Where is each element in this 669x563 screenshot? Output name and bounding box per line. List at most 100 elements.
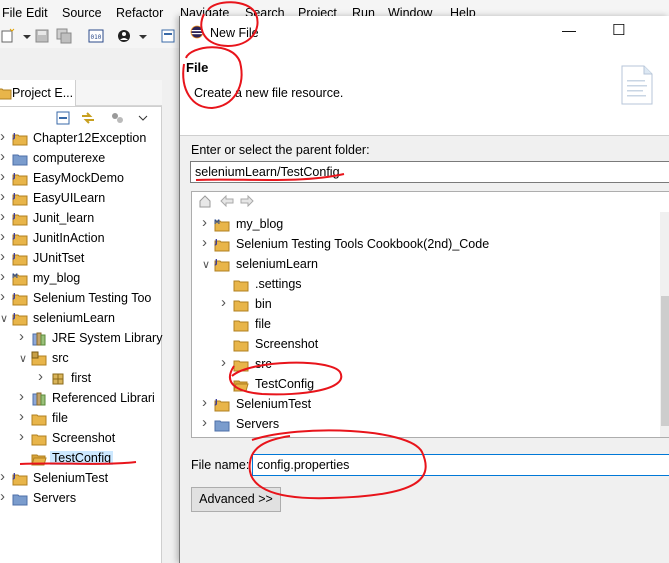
tree-item[interactable]: ∨ JseleniumLearn — [192, 255, 669, 275]
scroll-thumb[interactable] — [661, 296, 669, 426]
tree-item[interactable]: › J JunitInAction — [0, 228, 161, 249]
new-icon[interactable] — [0, 28, 16, 44]
java-project-icon: J — [214, 258, 230, 272]
chevron-right-icon[interactable]: › — [38, 368, 48, 385]
advanced-button[interactable]: Advanced >> — [191, 487, 281, 512]
project-explorer: › J Chapter12Exception › computerexe › J EasyMo… — [0, 106, 162, 563]
view-menu-icon[interactable] — [110, 111, 124, 125]
save-all-icon[interactable] — [56, 28, 72, 44]
chevron-down-icon[interactable]: ∨ — [19, 352, 29, 366]
chevron-right-icon[interactable]: › — [0, 148, 10, 165]
chevron-right-icon[interactable]: › — [0, 488, 10, 505]
chevron-right-icon[interactable]: › — [202, 414, 212, 431]
tree-item[interactable]: file — [192, 315, 669, 335]
console-icon[interactable] — [160, 28, 176, 44]
collapse-all-icon[interactable] — [56, 111, 70, 125]
tree-item-label: Selenium Testing Tools Cookbook(2nd)_Cod… — [236, 237, 490, 251]
tree-item[interactable]: › J SeleniumTest — [0, 468, 161, 489]
chevron-down-icon[interactable]: ∨ — [202, 258, 212, 272]
menu-source[interactable]: Source — [62, 6, 102, 20]
tree-item[interactable]: › Mmy_blog — [192, 214, 669, 235]
chevron-right-icon[interactable]: › — [0, 168, 10, 185]
folder-tree[interactable]: › Mmy_blog › J Selenium Testing Tools Cookbo… — [191, 191, 669, 438]
chevron-right-icon[interactable]: › — [221, 354, 231, 371]
svg-text:J: J — [12, 292, 16, 300]
tree-item-label: Servers — [236, 417, 280, 431]
maven-project-icon: M — [214, 219, 230, 232]
svg-text:J: J — [12, 312, 16, 320]
home-icon[interactable] — [198, 194, 212, 208]
tree-scrollbar[interactable] — [660, 212, 669, 437]
tree-item-label: Selenium Testing Too — [33, 291, 152, 305]
menu-refactor[interactable]: Refactor — [116, 6, 163, 20]
settings-circle-icon[interactable] — [116, 28, 132, 44]
new-file-dialog: New File — ☐ File Create a new file reso… — [179, 16, 669, 563]
tree-item[interactable]: Screenshot — [192, 335, 669, 355]
tree-item[interactable]: › JRE System Library — [0, 328, 163, 349]
tree-item[interactable]: › computerexe — [0, 148, 161, 169]
maximize-button[interactable]: ☐ — [612, 21, 625, 39]
chevron-right-icon[interactable]: › — [0, 468, 10, 485]
tree-item[interactable]: › Mmy_blog — [0, 268, 161, 289]
tree-item-label: computerexe — [33, 151, 106, 165]
chevron-right-icon[interactable]: › — [202, 394, 212, 411]
chevron-right-icon[interactable]: › — [0, 208, 10, 225]
folder-open-icon — [233, 380, 249, 392]
tree-item[interactable]: › J EasyUILearn — [0, 188, 161, 209]
tree-item[interactable]: › J Selenium Testing Too — [0, 288, 161, 309]
tree-item[interactable]: ∨ JseleniumLearn — [0, 309, 161, 329]
tree-item-label: JRE System Library — [52, 331, 163, 345]
tab-project-explorer[interactable]: Project E... — [0, 80, 76, 106]
tree-item[interactable]: › J JUnitTset — [0, 248, 161, 269]
chevron-down-icon[interactable] — [136, 28, 152, 44]
tree-item[interactable]: › first — [0, 368, 161, 389]
chevron-down-icon[interactable] — [138, 113, 148, 123]
parent-folder-input[interactable] — [190, 161, 669, 183]
chevron-down-icon[interactable]: ∨ — [0, 312, 10, 326]
tree-item[interactable]: › J Selenium Testing Tools Cookbook(2nd)_C… — [192, 234, 669, 255]
forward-arrow-icon[interactable] — [240, 195, 254, 207]
back-arrow-icon[interactable] — [220, 195, 234, 207]
minimize-button[interactable]: — — [562, 22, 576, 38]
menu-edit[interactable]: Edit — [26, 6, 48, 20]
chevron-right-icon[interactable]: › — [0, 268, 10, 285]
svg-text:J: J — [214, 398, 218, 406]
tree-item[interactable]: › src — [192, 354, 669, 375]
chevron-right-icon[interactable]: › — [0, 288, 10, 305]
chevron-right-icon[interactable]: › — [0, 188, 10, 205]
link-editor-icon[interactable] — [80, 110, 96, 126]
tree-item[interactable]: › Screenshot — [0, 428, 161, 449]
tree-item[interactable]: .settings — [192, 275, 669, 295]
chevron-right-icon[interactable]: › — [19, 328, 29, 345]
java-project-icon: J — [12, 312, 28, 326]
tree-item[interactable]: › Referenced Librari — [0, 388, 161, 409]
tree-item[interactable]: › file — [0, 408, 161, 429]
tree-item-label: bin — [255, 297, 272, 311]
library-icon — [32, 392, 46, 406]
chevron-right-icon[interactable]: › — [0, 228, 10, 245]
java-project-icon: J — [12, 172, 28, 186]
menu-file[interactable]: File — [2, 6, 22, 20]
tree-item[interactable]: TestConfig — [192, 375, 669, 395]
file-name-input[interactable] — [252, 454, 669, 476]
tree-item[interactable]: › J EasyMockDemo — [0, 168, 161, 189]
tree-item[interactable]: › bin — [192, 294, 669, 315]
save-icon[interactable] — [34, 28, 50, 44]
chevron-right-icon[interactable]: › — [0, 128, 10, 145]
tree-item[interactable]: › Servers — [192, 414, 669, 435]
tree-item[interactable]: › J Chapter12Exception — [0, 128, 161, 149]
chevron-right-icon[interactable]: › — [202, 214, 212, 231]
tree-item[interactable]: › Servers — [0, 488, 161, 509]
chevron-right-icon[interactable]: › — [19, 428, 29, 445]
binary-icon[interactable]: 010 — [88, 28, 104, 44]
chevron-right-icon[interactable]: › — [0, 248, 10, 265]
chevron-right-icon[interactable]: › — [19, 408, 29, 425]
tree-item[interactable]: ∨ src — [0, 349, 161, 369]
tree-item[interactable]: › J Junit_learn — [0, 208, 161, 229]
chevron-right-icon[interactable]: › — [221, 294, 231, 311]
chevron-right-icon[interactable]: › — [19, 388, 29, 405]
tree-item[interactable]: › J SeleniumTest — [192, 394, 669, 415]
tree-item[interactable]: TestConfig — [0, 449, 161, 469]
chevron-right-icon[interactable]: › — [202, 234, 212, 251]
library-icon — [32, 332, 46, 346]
